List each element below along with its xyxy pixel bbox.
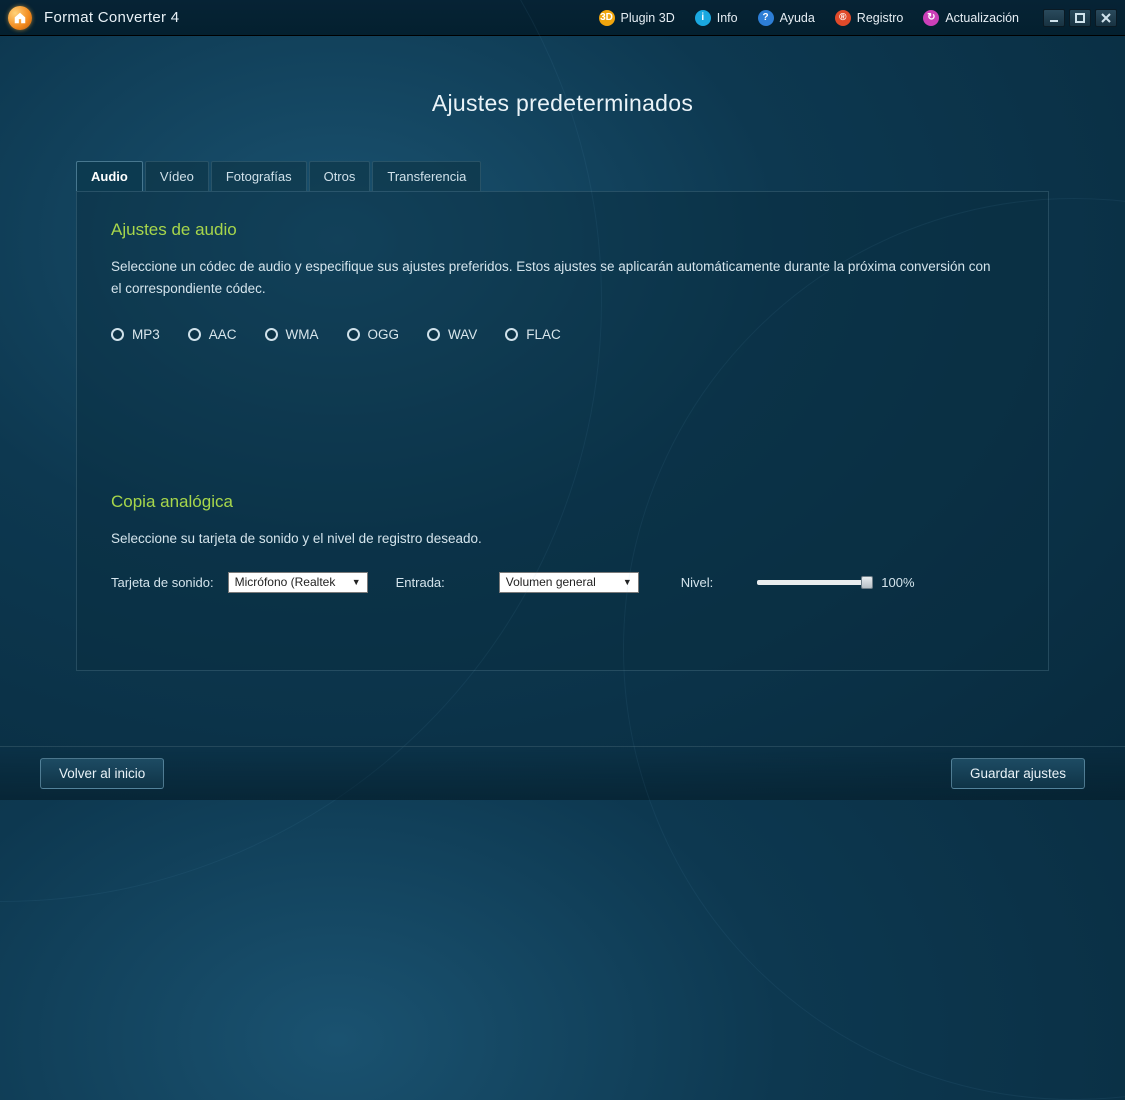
soundcard-label: Tarjeta de sonido: bbox=[111, 575, 214, 590]
help-icon: ? bbox=[758, 10, 774, 26]
codec-radio-wma[interactable]: WMA bbox=[265, 327, 319, 342]
input-select[interactable]: Volumen general ▼ bbox=[499, 572, 639, 593]
minimize-button[interactable] bbox=[1043, 9, 1065, 27]
soundcard-select[interactable]: Micrófono (Realtek ▼ bbox=[228, 572, 368, 593]
titlebar-link-info[interactable]: i Info bbox=[695, 10, 738, 26]
plugin3d-icon: 3D bbox=[599, 10, 615, 26]
titlebar: Format Converter 4 3D Plugin 3D i Info ?… bbox=[0, 0, 1125, 36]
titlebar-link-label: Info bbox=[717, 11, 738, 25]
input-label: Entrada: bbox=[396, 575, 445, 590]
tab-video[interactable]: Vídeo bbox=[145, 161, 209, 191]
chevron-down-icon: ▼ bbox=[623, 577, 632, 587]
chevron-down-icon: ▼ bbox=[352, 577, 361, 587]
soundcard-value: Micrófono (Realtek bbox=[235, 575, 336, 589]
audio-section-desc: Seleccione un códec de audio y especifiq… bbox=[111, 256, 991, 299]
page-heading: Ajustes predeterminados bbox=[0, 90, 1125, 117]
back-button[interactable]: Volver al inicio bbox=[40, 758, 164, 789]
update-icon: ↻ bbox=[923, 10, 939, 26]
footer: Volver al inicio Guardar ajustes bbox=[0, 746, 1125, 800]
app-title: Format Converter 4 bbox=[44, 9, 179, 26]
tab-row: Audio Vídeo Fotografías Otros Transferen… bbox=[76, 161, 1049, 191]
codec-radio-aac[interactable]: AAC bbox=[188, 327, 237, 342]
titlebar-link-label: Actualización bbox=[945, 11, 1019, 25]
titlebar-link-label: Plugin 3D bbox=[621, 11, 675, 25]
settings-panel: Ajustes de audio Seleccione un códec de … bbox=[76, 191, 1049, 671]
slider-thumb[interactable] bbox=[861, 576, 873, 589]
codec-label: MP3 bbox=[132, 327, 160, 342]
titlebar-link-label: Registro bbox=[857, 11, 904, 25]
tab-photos[interactable]: Fotografías bbox=[211, 161, 307, 191]
codec-radio-wav[interactable]: WAV bbox=[427, 327, 477, 342]
analog-section-desc: Seleccione su tarjeta de sonido y el niv… bbox=[111, 528, 991, 550]
radio-icon bbox=[111, 328, 124, 341]
close-button[interactable] bbox=[1095, 9, 1117, 27]
titlebar-link-plugin3d[interactable]: 3D Plugin 3D bbox=[599, 10, 675, 26]
app-home-icon[interactable] bbox=[8, 6, 32, 30]
level-label: Nivel: bbox=[681, 575, 714, 590]
codec-label: WMA bbox=[286, 327, 319, 342]
save-button[interactable]: Guardar ajustes bbox=[951, 758, 1085, 789]
titlebar-link-label: Ayuda bbox=[780, 11, 815, 25]
codec-radio-flac[interactable]: FLAC bbox=[505, 327, 561, 342]
analog-section-title: Copia analógica bbox=[111, 492, 1014, 512]
titlebar-link-help[interactable]: ? Ayuda bbox=[758, 10, 815, 26]
register-icon: ® bbox=[835, 10, 851, 26]
codec-label: WAV bbox=[448, 327, 477, 342]
audio-section-title: Ajustes de audio bbox=[111, 220, 1014, 240]
titlebar-link-register[interactable]: ® Registro bbox=[835, 10, 904, 26]
level-slider[interactable] bbox=[757, 580, 867, 585]
radio-icon bbox=[505, 328, 518, 341]
input-value: Volumen general bbox=[506, 575, 596, 589]
codec-label: AAC bbox=[209, 327, 237, 342]
codec-radio-mp3[interactable]: MP3 bbox=[111, 327, 160, 342]
tab-other[interactable]: Otros bbox=[309, 161, 371, 191]
codec-radio-group: MP3 AAC WMA OGG WAV FLAC bbox=[111, 327, 1014, 342]
codec-radio-ogg[interactable]: OGG bbox=[347, 327, 400, 342]
level-value: 100% bbox=[881, 575, 914, 590]
info-icon: i bbox=[695, 10, 711, 26]
radio-icon bbox=[427, 328, 440, 341]
maximize-button[interactable] bbox=[1069, 9, 1091, 27]
codec-label: OGG bbox=[368, 327, 400, 342]
tab-audio[interactable]: Audio bbox=[76, 161, 143, 191]
radio-icon bbox=[347, 328, 360, 341]
radio-icon bbox=[188, 328, 201, 341]
titlebar-link-update[interactable]: ↻ Actualización bbox=[923, 10, 1019, 26]
radio-icon bbox=[265, 328, 278, 341]
codec-label: FLAC bbox=[526, 327, 561, 342]
tab-transfer[interactable]: Transferencia bbox=[372, 161, 481, 191]
